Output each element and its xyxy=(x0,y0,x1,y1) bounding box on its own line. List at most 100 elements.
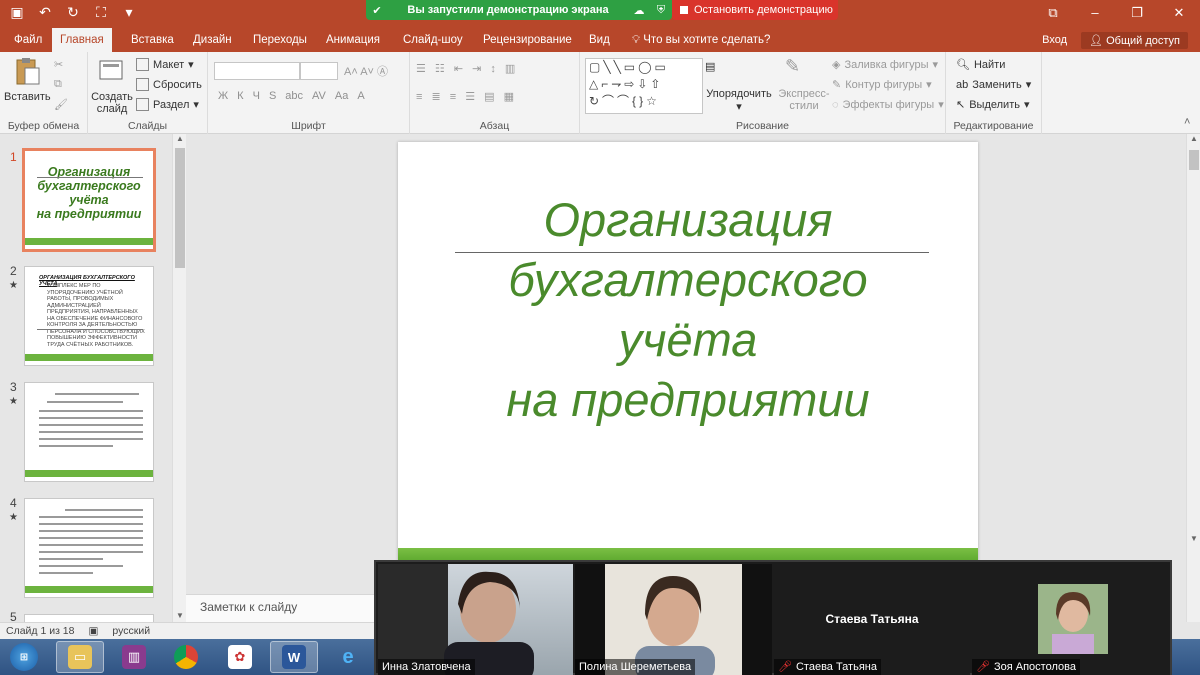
slide-thumbnail-4[interactable] xyxy=(24,498,154,598)
slide-thumbnail-5[interactable] xyxy=(24,614,154,622)
minimize-icon[interactable]: – xyxy=(1074,0,1116,28)
person-icon: 👤︎ xyxy=(1089,34,1104,47)
align-buttons[interactable]: ≡ ≣ ≡ ☰ ▤ ▦ xyxy=(416,90,517,103)
spellcheck-icon[interactable]: ▣ xyxy=(89,625,99,637)
participant-name: Стаева Татьяна xyxy=(795,661,877,673)
find-button[interactable]: 🔍︎ Найти xyxy=(956,58,1005,72)
section-button[interactable]: Раздел ▾ xyxy=(136,98,199,111)
tell-me-search[interactable]: 💡︎ Что вы хотите сделать? xyxy=(624,28,778,52)
tab-home[interactable]: Главная xyxy=(52,28,112,52)
font-name-box[interactable] xyxy=(214,62,300,80)
shape-effects-button[interactable]: ◌ Эффекты фигуры ▾ xyxy=(832,98,944,112)
font-group-label: Шрифт xyxy=(291,120,326,132)
select-button[interactable]: ↖ Выделить ▾ xyxy=(956,98,1030,112)
copy-icon[interactable]: ⧉ xyxy=(54,78,62,91)
scroll-thumb[interactable] xyxy=(175,148,185,268)
shape-fill-button[interactable]: ◈ Заливка фигуры ▾ xyxy=(832,58,938,72)
participant-tile[interactable]: Полина Шереметьева xyxy=(575,564,772,675)
tab-review[interactable]: Рецензирование xyxy=(475,28,580,52)
layout-button[interactable]: Макет ▾ xyxy=(136,58,194,71)
thumb-green-bar xyxy=(25,586,153,593)
taskbar-explorer[interactable]: ▭ xyxy=(56,641,104,673)
scroll-down-icon[interactable]: ▼ xyxy=(176,611,184,620)
effects-icon: ◌ xyxy=(832,98,839,111)
list-buttons[interactable]: ☰ ☷ ⇤ ⇥ ↕ ▥ xyxy=(416,62,518,75)
slide-title[interactable]: Организация бухгалтерского учёта на пред… xyxy=(398,190,978,430)
italic-button[interactable]: К xyxy=(237,90,243,102)
participant-name-bar: 🎤︎ Стаева Татьяна xyxy=(774,659,881,675)
shadow-button[interactable]: S xyxy=(269,90,276,102)
share-status-icon: ✔ xyxy=(372,4,382,17)
save-icon[interactable]: ▣ xyxy=(8,4,26,21)
taskbar-ie[interactable]: e xyxy=(324,641,372,673)
notes-pane[interactable]: Заметки к слайду xyxy=(186,594,376,622)
spacing-button[interactable]: AV xyxy=(312,90,326,102)
scroll-down-icon[interactable]: ▼ xyxy=(1190,534,1198,543)
slide-thumbnail-3[interactable] xyxy=(24,382,154,482)
shapes-gallery[interactable]: ▢╲╲▭◯▭ △⌐⇁⇨⇩⇧ ↻⌒⌒{}☆ xyxy=(585,58,703,114)
quick-styles-button[interactable]: Экспресс-стили xyxy=(776,88,832,112)
group-editing: 🔍︎ Найти ab Заменить ▾ ↖ Выделить ▾ Редактиро… xyxy=(946,52,1042,134)
reset-button[interactable]: Сбросить xyxy=(136,78,202,91)
account-area: Вход 👤︎ Общий доступ xyxy=(1042,28,1188,52)
present-from-start-icon[interactable]: ⛶ xyxy=(92,4,110,21)
strikethrough-button[interactable]: abc xyxy=(285,90,303,102)
tab-file[interactable]: Файл xyxy=(6,28,50,52)
taskbar-paint[interactable]: ✿ xyxy=(216,641,264,673)
underline-button[interactable]: Ч xyxy=(253,90,260,102)
scroll-up-icon[interactable]: ▲ xyxy=(1190,134,1198,143)
paint-icon: ✿ xyxy=(228,645,252,669)
thumb-green-bar xyxy=(25,238,153,245)
tab-view[interactable]: Вид xyxy=(581,28,618,52)
signin-link[interactable]: Вход xyxy=(1042,34,1067,46)
replace-button[interactable]: ab Заменить ▾ xyxy=(956,78,1031,92)
close-icon[interactable]: ✕ xyxy=(1158,0,1200,28)
participant-tile[interactable]: Инна Златовчена xyxy=(378,564,573,675)
stop-share-button[interactable]: Остановить демонстрацию xyxy=(672,0,838,20)
tab-design[interactable]: Дизайн xyxy=(185,28,240,52)
tab-transitions[interactable]: Переходы xyxy=(245,28,315,52)
taskbar-word[interactable]: W xyxy=(270,641,318,673)
language-indicator[interactable]: русский xyxy=(112,625,150,637)
maximize-icon[interactable]: ❐ xyxy=(1116,0,1158,28)
tab-insert[interactable]: Вставка xyxy=(123,28,182,52)
bold-button[interactable]: Ж xyxy=(218,90,228,102)
participant-name-bar: 🎤︎ Зоя Апостолова xyxy=(972,659,1080,675)
slide-thumbnail-2[interactable]: ОРГАНИЗАЦИЯ БУХГАЛТЕРСКОГО УЧЁТА КОМПЛЕК… xyxy=(24,266,154,366)
undo-icon[interactable]: ↶ xyxy=(36,4,54,21)
arrange-button[interactable]: Упорядочить ▾ xyxy=(706,88,772,113)
font-size-box[interactable] xyxy=(300,62,338,80)
shape-outline-button[interactable]: ✎ Контур фигуры ▾ xyxy=(832,78,932,92)
tell-me-label: Что вы хотите сделать? xyxy=(643,34,771,46)
participant-tile[interactable]: 🎤︎ Зоя Апостолова xyxy=(972,564,1170,675)
customize-qat-icon[interactable]: ▾ xyxy=(120,4,138,21)
thumb-title-line: на предприятии xyxy=(36,207,142,221)
thumb-divider xyxy=(37,177,143,178)
slide-scrollbar[interactable]: ▲ ▼ xyxy=(1186,134,1200,622)
scroll-up-icon[interactable]: ▲ xyxy=(176,134,184,143)
taskbar-winrar[interactable]: ▥ xyxy=(110,641,158,673)
font-color-button[interactable]: A xyxy=(357,90,364,102)
start-button[interactable]: ⊞ xyxy=(2,641,46,673)
thumbnails-scrollbar[interactable]: ▲ ▼ xyxy=(172,134,186,622)
paste-button[interactable]: Вставить xyxy=(4,56,51,103)
share-button[interactable]: 👤︎ Общий доступ xyxy=(1081,31,1188,49)
format-painter-icon[interactable]: 🖌︎ xyxy=(54,98,68,111)
taskbar-chrome[interactable] xyxy=(162,641,210,673)
font-size-controls[interactable]: A˄ A˅ Ⓐ xyxy=(344,63,388,79)
redo-icon[interactable]: ↻ xyxy=(64,4,82,21)
new-slide-button[interactable]: Создать слайд xyxy=(90,56,134,115)
current-slide[interactable]: Организация бухгалтерского учёта на пред… xyxy=(398,142,978,562)
slide-thumbnail-1[interactable]: Организация бухгалтерского учёта на пред… xyxy=(22,148,156,252)
scroll-thumb[interactable] xyxy=(1189,150,1199,170)
ribbon-display-options-icon[interactable]: ⧉ xyxy=(1032,0,1074,28)
cut-icon[interactable]: ✂ xyxy=(54,58,63,71)
change-case-button[interactable]: Aa xyxy=(335,90,348,102)
slide-title-line: учёта xyxy=(618,313,758,366)
tab-slideshow[interactable]: Слайд-шоу xyxy=(395,28,471,52)
font-format-row: Ж К Ч S abc AV Aa A xyxy=(218,90,365,102)
participant-tile[interactable]: Стаева Татьяна 🎤︎ Стаева Татьяна xyxy=(774,564,970,675)
replace-label: Заменить xyxy=(972,78,1022,91)
collapse-ribbon-icon[interactable]: ˄ xyxy=(1184,116,1190,128)
tab-animations[interactable]: Анимация xyxy=(318,28,388,52)
